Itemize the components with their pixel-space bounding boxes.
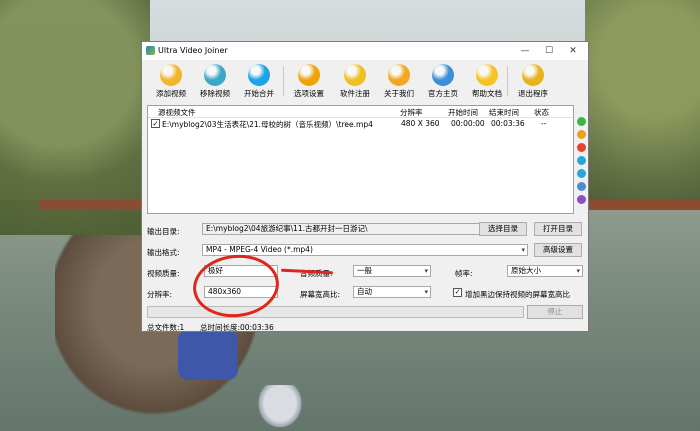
move-down-icon[interactable] (577, 169, 586, 178)
toolbar-button-label: 选项设置 (294, 89, 324, 98)
aspect-ratio-select[interactable]: 自动 ▾ (353, 286, 431, 298)
output-format-value: MP4 - MPEG-4 Video (*.mp4) (206, 245, 313, 254)
video-quality-label: 视频质量: (147, 269, 180, 278)
toolbar-button-label: 软件注册 (340, 89, 370, 98)
add-video-icon (160, 64, 182, 86)
home-globe-icon (432, 64, 454, 86)
row-file-path: E:\myblog2\03生活表花\21.母校的树（音乐视频）\tree.mp4 (162, 120, 373, 129)
exit-icon (522, 64, 544, 86)
toolbar-separator (507, 66, 508, 96)
trash-icon (204, 64, 226, 86)
output-format-label: 输出格式: (147, 248, 180, 257)
play-icon (248, 64, 270, 86)
aspect-ratio-value: 自动 (357, 287, 372, 296)
toolbar-button-trash[interactable]: 移除视频 (194, 62, 236, 100)
total-duration-status: 总时间长度:00:03:36 (200, 323, 274, 332)
toolbar-button-add-video[interactable]: 添加视频 (150, 62, 192, 100)
title-bar[interactable]: Ultra Video Joiner — ☐ ✕ (142, 42, 588, 60)
stop-button[interactable]: 停止 (527, 305, 583, 319)
lock-key-icon (344, 64, 366, 86)
column-header-file[interactable]: 源视频文件 (158, 107, 196, 118)
output-dir-field[interactable]: E:\myblog2\04旅游纪事\11.古都开封一日游记\ (202, 223, 482, 235)
output-dir-label: 输出目录: (147, 227, 180, 236)
minimize-button[interactable]: — (512, 44, 538, 58)
column-header-end[interactable]: 结束时间 (489, 107, 519, 118)
toolbar-separator (283, 66, 284, 96)
toolbar-button-label: 移除视频 (200, 89, 230, 98)
toolbar-button-label: 关于我们 (384, 89, 414, 98)
background-bridge-right (585, 200, 700, 210)
move-up-icon[interactable] (577, 156, 586, 165)
minus-icon[interactable] (577, 130, 586, 139)
toolbar-button-label: 退出程序 (518, 89, 548, 98)
keep-aspect-checkbox[interactable]: ✓ (453, 288, 462, 297)
background-bridge (40, 200, 150, 210)
delete-icon[interactable] (577, 143, 586, 152)
chevron-down-icon: ▾ (424, 288, 428, 296)
toolbar-button-exit[interactable]: 退出程序 (512, 62, 554, 100)
toolbar-button-label: 添加视频 (156, 89, 186, 98)
row-start-time: 00:00:00 (451, 119, 485, 128)
row-status: -- (541, 119, 547, 128)
toolbar-button-help[interactable]: 帮助文档 (466, 62, 508, 100)
audio-quality-select[interactable]: 一般 ▾ (353, 265, 431, 277)
gear-icon (298, 64, 320, 86)
row-end-time: 00:03:36 (491, 119, 525, 128)
framerate-label: 帧率: (455, 269, 473, 278)
resolution-label: 分辨率: (147, 290, 173, 299)
list-action-icons (576, 117, 588, 208)
table-row[interactable]: ✓ E:\myblog2\03生活表花\21.母校的树（音乐视频）\tree.m… (148, 118, 573, 129)
toolbar-button-label: 开始合并 (244, 89, 274, 98)
toolbar: 添加视频 移除视频 开始合并 选项设置 软件注册 关于我们 官方主页 帮助文档 退出程序 (142, 60, 588, 102)
chevron-down-icon: ▾ (576, 267, 580, 275)
toolbar-button-label: 帮助文档 (472, 89, 502, 98)
toolbar-button-label: 官方主页 (428, 89, 458, 98)
advanced-settings-button[interactable]: 高级设置 (534, 243, 582, 257)
audio-quality-value: 一般 (357, 266, 372, 275)
toolbar-button-lock-key[interactable]: 软件注册 (334, 62, 376, 100)
background-shark-sculpture (255, 385, 305, 431)
framerate-select[interactable]: 原始大小 ▾ (507, 265, 583, 277)
list-header: 源视频文件 分辨率 开始时间 结束时间 状态 (148, 106, 573, 118)
background-person (178, 330, 238, 380)
aspect-ratio-label: 屏幕宽高比: (300, 290, 341, 299)
open-dir-button[interactable]: 打开目录 (534, 222, 582, 236)
choose-dir-button[interactable]: 选择目录 (479, 222, 527, 236)
keep-aspect-label[interactable]: 增加黑边保持视频的屏幕宽高比 (465, 289, 570, 300)
toolbar-button-play[interactable]: 开始合并 (238, 62, 280, 100)
close-button[interactable]: ✕ (560, 44, 586, 58)
total-files-status: 总文件数:1 (147, 323, 185, 332)
output-format-select[interactable]: MP4 - MPEG-4 Video (*.mp4) ▾ (202, 244, 528, 256)
person-icon (388, 64, 410, 86)
row-resolution: 480 X 360 (401, 119, 440, 128)
video-file-list[interactable]: 源视频文件 分辨率 开始时间 结束时间 状态 ✓ E:\myblog2\03生活… (147, 105, 574, 214)
chevron-down-icon: ▾ (424, 267, 428, 275)
chevron-down-icon: ▾ (521, 246, 525, 254)
refresh-icon[interactable] (577, 182, 586, 191)
toolbar-button-gear[interactable]: 选项设置 (288, 62, 330, 100)
column-header-resolution[interactable]: 分辨率 (400, 107, 423, 118)
info-icon[interactable] (577, 195, 586, 204)
column-header-start[interactable]: 开始时间 (448, 107, 478, 118)
column-header-status[interactable]: 状态 (534, 107, 549, 118)
plus-icon[interactable] (577, 117, 586, 126)
background-willow-right (585, 0, 700, 205)
toolbar-button-person[interactable]: 关于我们 (378, 62, 420, 100)
framerate-value: 原始大小 (511, 266, 541, 275)
row-checkbox[interactable]: ✓ (151, 119, 160, 128)
toolbar-button-home-globe[interactable]: 官方主页 (422, 62, 464, 100)
app-logo-icon (146, 46, 155, 55)
maximize-button[interactable]: ☐ (536, 44, 562, 58)
window-title: Ultra Video Joiner (158, 46, 228, 55)
help-icon (476, 64, 498, 86)
